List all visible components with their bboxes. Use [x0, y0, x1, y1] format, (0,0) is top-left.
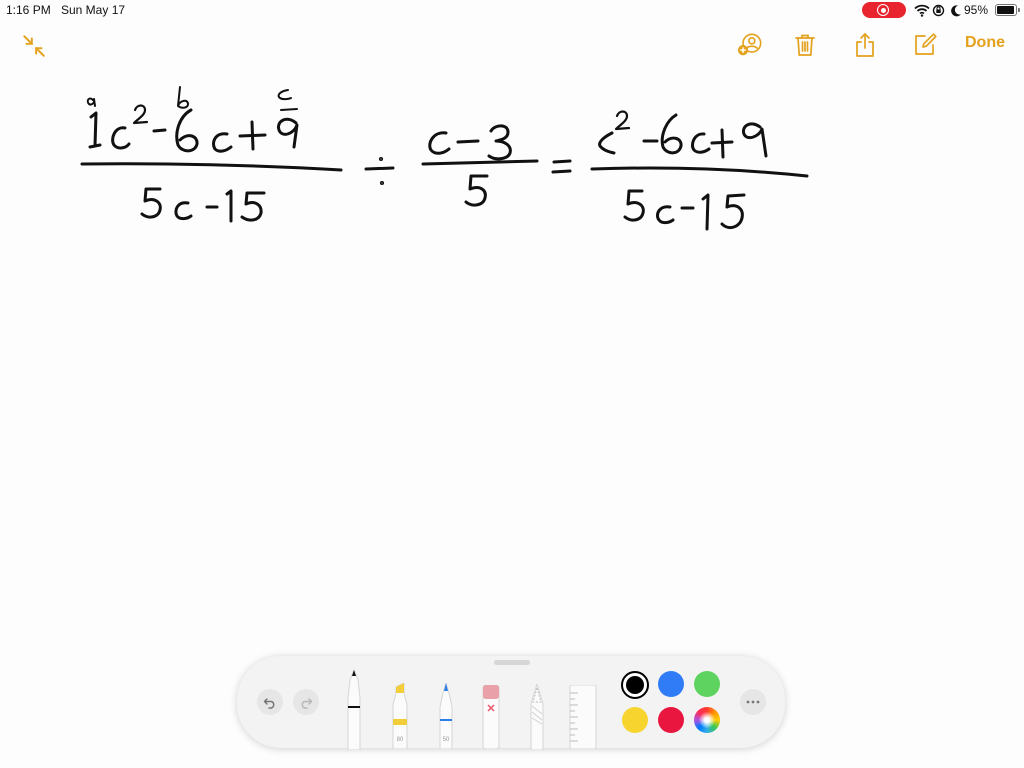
pen-tool[interactable]	[342, 668, 366, 750]
left-fraction-bar	[80, 162, 343, 172]
add-person-icon[interactable]	[737, 32, 763, 58]
lasso-tool[interactable]	[525, 684, 549, 750]
color-picker-center	[699, 712, 715, 728]
marker-width-label: 50	[442, 737, 450, 743]
orientation-lock-icon	[932, 4, 945, 17]
compose-icon[interactable]	[912, 32, 938, 58]
color-swatch-yellow[interactable]	[622, 707, 648, 733]
color-swatch-black-fill	[626, 676, 644, 694]
battery-percentage: 95%	[964, 3, 989, 17]
drawing-canvas[interactable]	[0, 70, 1024, 650]
color-swatch-blue[interactable]	[658, 671, 684, 697]
more-options-button[interactable]	[740, 689, 766, 715]
record-icon	[877, 4, 889, 16]
right-denominator-ink	[623, 189, 746, 231]
undo-button[interactable]	[257, 689, 283, 715]
tool-palette	[237, 656, 785, 748]
arrows-in-icon[interactable]	[21, 33, 47, 59]
screen-recording-indicator[interactable]	[862, 2, 906, 18]
palette-grabber[interactable]	[494, 660, 530, 665]
redo-button[interactable]	[293, 689, 319, 715]
battery-icon	[995, 4, 1020, 16]
middle-fraction-bar	[421, 159, 539, 166]
left-denominator-ink	[140, 187, 266, 223]
moon-icon	[951, 5, 961, 17]
middle-denominator-ink	[464, 174, 489, 207]
status-time: 1:16 PM	[6, 3, 51, 17]
ruler-tool[interactable]	[568, 685, 598, 749]
right-fraction-bar	[590, 166, 809, 178]
color-swatch-green[interactable]	[694, 671, 720, 697]
share-icon[interactable]	[852, 32, 878, 58]
eraser-tool[interactable]	[479, 685, 503, 749]
trash-icon[interactable]	[792, 32, 818, 58]
color-picker-spectrum[interactable]	[694, 707, 720, 733]
division-sign-ink	[364, 156, 395, 186]
left-numerator-ink	[86, 86, 299, 153]
equals-sign-ink	[551, 159, 572, 174]
battery-level	[997, 6, 1015, 14]
done-button[interactable]: Done	[957, 34, 1013, 56]
color-swatch-red[interactable]	[658, 707, 684, 733]
wifi-icon	[914, 4, 930, 17]
redo-icon	[301, 698, 313, 709]
status-bar: 1:16 PM Sun May 17 95%	[0, 0, 1024, 20]
undo-icon	[263, 698, 275, 709]
right-numerator-ink	[598, 110, 768, 159]
color-swatch-black-selected[interactable]	[621, 671, 649, 699]
ellipsis-icon	[746, 700, 760, 704]
middle-numerator-ink	[428, 124, 512, 161]
status-date: Sun May 17	[61, 3, 126, 17]
highlighter-width-label: 80	[396, 737, 404, 743]
